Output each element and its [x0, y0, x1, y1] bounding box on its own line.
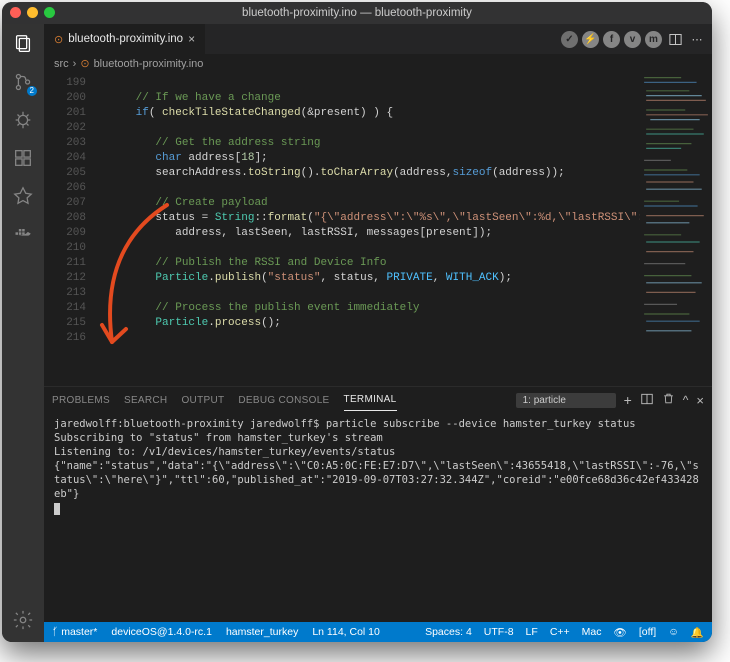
panel-tab-problems[interactable]: PROBLEMS: [52, 390, 110, 411]
line-number-gutter: 1992002012022032042052062072082092102112…: [44, 74, 96, 386]
action-icon-1[interactable]: ⚡: [582, 31, 599, 48]
window-maximize-button[interactable]: [44, 7, 55, 18]
code-line[interactable]: address, lastSeen, lastRSSI, messages[pr…: [96, 226, 640, 241]
arduino-file-icon: ⊙: [80, 57, 89, 70]
window-title: bluetooth-proximity.ino — bluetooth-prox…: [242, 7, 472, 19]
code-line[interactable]: // If we have a change: [96, 91, 640, 106]
action-icon-3[interactable]: v: [624, 31, 641, 48]
code-line[interactable]: [96, 331, 640, 346]
editor-tab[interactable]: ⊙ bluetooth-proximity.ino ×: [44, 24, 206, 54]
debug-icon[interactable]: [11, 108, 35, 132]
status-feedback-icon[interactable]: ☺: [668, 626, 679, 638]
action-icon-2[interactable]: f: [603, 31, 620, 48]
code-line[interactable]: [96, 76, 640, 91]
status-encoding[interactable]: UTF-8: [484, 626, 514, 638]
code-line[interactable]: [96, 121, 640, 136]
extensions-icon[interactable]: [11, 146, 35, 170]
code-line[interactable]: // Create payload: [96, 196, 640, 211]
breadcrumb-folder[interactable]: src: [54, 58, 69, 70]
terminal-selector[interactable]: 1: particle: [516, 393, 616, 408]
panel-tab-search[interactable]: SEARCH: [124, 390, 167, 411]
code-line[interactable]: char address[18];: [96, 151, 640, 166]
minimap[interactable]: [640, 74, 712, 386]
docker-icon[interactable]: [11, 222, 35, 246]
status-device-os[interactable]: deviceOS@1.4.0-rc.1: [111, 626, 212, 638]
breadcrumb-file[interactable]: bluetooth-proximity.ino: [94, 58, 204, 70]
terminal-line: {"name":"status","data":"{\"address\":\"…: [54, 459, 702, 501]
code-line[interactable]: // Publish the RSSI and Device Info: [96, 256, 640, 271]
particle-icon[interactable]: [11, 184, 35, 208]
code-content[interactable]: // If we have a change if( checkTileStat…: [96, 74, 640, 386]
code-editor[interactable]: 1992002012022032042052062072082092102112…: [44, 74, 712, 386]
source-control-icon[interactable]: 2: [11, 70, 35, 94]
breadcrumb[interactable]: src › ⊙ bluetooth-proximity.ino: [44, 54, 712, 74]
code-line[interactable]: [96, 286, 640, 301]
status-language[interactable]: C++: [550, 626, 570, 638]
action-icon-4[interactable]: m: [645, 31, 662, 48]
activity-bar: 2: [2, 24, 44, 642]
status-device[interactable]: hamster_turkey: [226, 626, 298, 638]
tab-label: bluetooth-proximity.ino: [68, 33, 183, 45]
status-cursor[interactable]: Ln 114, Col 10: [312, 626, 380, 638]
split-editor-icon[interactable]: [666, 32, 684, 47]
panel-tab-debug[interactable]: DEBUG CONSOLE: [238, 390, 329, 411]
kill-terminal-icon[interactable]: [662, 392, 675, 408]
window-minimize-button[interactable]: [27, 7, 38, 18]
new-terminal-icon[interactable]: +: [624, 392, 632, 408]
bottom-panel: PROBLEMS SEARCH OUTPUT DEBUG CONSOLE TER…: [44, 386, 712, 622]
explorer-icon[interactable]: [11, 32, 35, 56]
code-line[interactable]: [96, 241, 640, 256]
editor-tabs: ⊙ bluetooth-proximity.ino × ✓ ⚡ f v m ⋯: [44, 24, 712, 54]
code-line[interactable]: Particle.process();: [96, 316, 640, 331]
settings-gear-icon[interactable]: [11, 608, 35, 632]
titlebar: bluetooth-proximity.ino — bluetooth-prox…: [2, 2, 712, 24]
more-actions-icon[interactable]: ⋯: [688, 33, 706, 46]
status-preview-icon[interactable]: 👁: [614, 626, 627, 639]
maximize-panel-icon[interactable]: ^: [683, 393, 689, 407]
code-line[interactable]: [96, 181, 640, 196]
code-line[interactable]: status = String::format("{\"address\":\"…: [96, 211, 640, 226]
terminal-line: Listening to: /v1/devices/hamster_turkey…: [54, 445, 702, 459]
terminal-output[interactable]: jaredwolff:bluetooth-proximity jaredwolf…: [44, 413, 712, 622]
status-platform[interactable]: Mac: [582, 626, 602, 638]
code-line[interactable]: // Process the publish event immediately: [96, 301, 640, 316]
tab-close-icon[interactable]: ×: [188, 32, 195, 46]
code-line[interactable]: Particle.publish("status", status, PRIVA…: [96, 271, 640, 286]
panel-tab-terminal[interactable]: TERMINAL: [344, 389, 397, 411]
editor-actions: ✓ ⚡ f v m ⋯: [561, 24, 712, 54]
chevron-right-icon: ›: [73, 58, 77, 70]
split-terminal-icon[interactable]: [640, 392, 654, 409]
status-branch[interactable]: ᚶ master*: [52, 626, 97, 638]
window-close-button[interactable]: [10, 7, 21, 18]
panel-tab-output[interactable]: OUTPUT: [181, 390, 224, 411]
status-indent[interactable]: Spaces: 4: [425, 626, 472, 638]
terminal-line: Subscribing to "status" from hamster_tur…: [54, 431, 702, 445]
close-panel-icon[interactable]: ×: [696, 393, 704, 408]
panel-tabs: PROBLEMS SEARCH OUTPUT DEBUG CONSOLE TER…: [44, 387, 712, 413]
code-line[interactable]: if( checkTileStateChanged(&present) ) {: [96, 106, 640, 121]
code-line[interactable]: // Get the address string: [96, 136, 640, 151]
status-bar: ᚶ master* deviceOS@1.4.0-rc.1 hamster_tu…: [44, 622, 712, 642]
status-eol[interactable]: LF: [526, 626, 538, 638]
status-feedback-off[interactable]: [off]: [639, 626, 656, 638]
status-bell-icon[interactable]: 🔔: [691, 626, 704, 639]
terminal-cursor: [54, 503, 60, 515]
scm-badge: 2: [27, 86, 37, 96]
code-line[interactable]: searchAddress.toString().toCharArray(add…: [96, 166, 640, 181]
terminal-line: jaredwolff:bluetooth-proximity jaredwolf…: [54, 417, 702, 431]
arduino-file-icon: ⊙: [54, 33, 63, 46]
action-icon-0[interactable]: ✓: [561, 31, 578, 48]
